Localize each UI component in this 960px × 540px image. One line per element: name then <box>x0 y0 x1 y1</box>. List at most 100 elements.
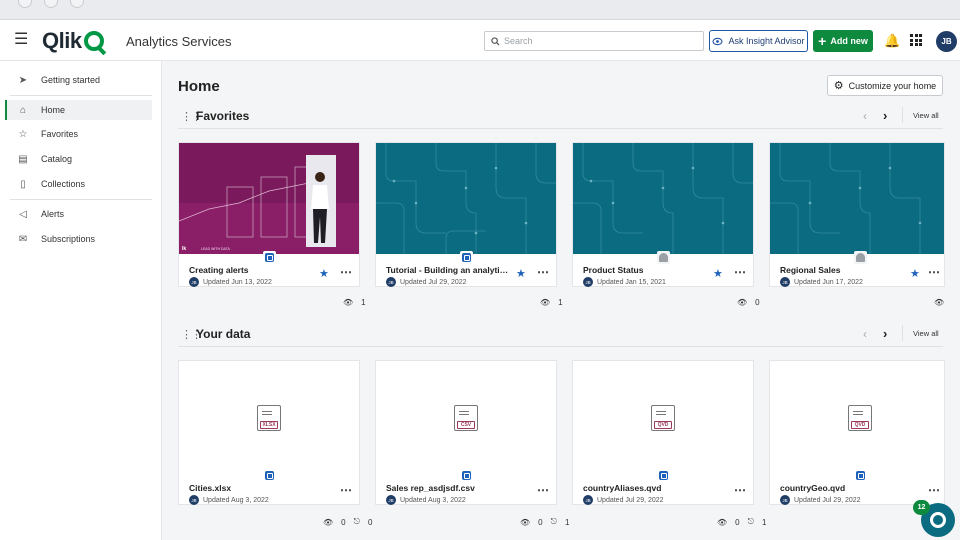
customize-label: Customize your home <box>848 80 937 91</box>
owner-avatar: JB <box>386 277 396 287</box>
circuit-pattern-image <box>770 143 922 254</box>
alert-icon: ◁ <box>19 208 27 220</box>
card-meta: JB Updated Jun 13, 2022 <box>189 277 272 287</box>
bell-icon[interactable]: 🔔 <box>884 33 900 49</box>
window-dot[interactable] <box>44 0 58 8</box>
more-options-icon[interactable]: ⋯ <box>928 265 940 279</box>
favorite-card[interactable]: lk LEAD WITH DATA Creating alerts JB Upd… <box>178 142 360 287</box>
user-avatar[interactable]: JB <box>936 31 957 52</box>
lineage-count: 1 <box>761 517 767 527</box>
app-launcher-icon[interactable] <box>910 34 922 46</box>
card-stats: 👁 1 <box>540 298 563 307</box>
data-card[interactable]: CSV Sales rep_asdjsdf.csv JB Updated Aug… <box>375 360 557 505</box>
card-updated: Updated Jun 13, 2022 <box>203 278 272 286</box>
lineage-count: 1 <box>564 517 570 527</box>
card-meta: JB Updated Jul 29, 2022 <box>583 495 664 505</box>
card-thumbnail: lk LEAD WITH DATA <box>179 143 359 254</box>
more-options-icon[interactable]: ⋯ <box>734 483 746 497</box>
customize-home-button[interactable]: ⚙ Customize your home <box>827 75 943 96</box>
chevron-right-icon[interactable]: › <box>883 326 887 341</box>
card-title[interactable]: Sales rep_asdjsdf.csv <box>386 483 511 493</box>
sidebar-item-catalog[interactable]: ▤ Catalog <box>6 149 152 169</box>
more-options-icon[interactable]: ⋯ <box>734 265 746 279</box>
views-icon: 👁 <box>520 517 531 527</box>
app-type-icon <box>460 251 473 264</box>
sidebar-item-getting-started[interactable]: ➤ Getting started <box>6 70 152 90</box>
sidebar-divider <box>10 199 152 200</box>
card-updated: Updated Jul 29, 2022 <box>597 496 664 504</box>
view-all-link[interactable]: View all <box>913 329 939 338</box>
card-meta: JB Updated Jun 17, 2022 <box>780 277 863 287</box>
section-title: Your data <box>196 327 251 341</box>
owner-avatar: JB <box>189 277 199 287</box>
qlik-logo[interactable]: Qlik <box>42 28 104 54</box>
chevron-left-icon[interactable]: ‹ <box>863 109 867 123</box>
window-dot[interactable] <box>18 0 32 8</box>
star-icon[interactable]: ★ <box>319 267 329 280</box>
data-card[interactable]: QVD countryGeo.qvd JB Updated Jul 29, 20… <box>769 360 945 505</box>
card-updated: Updated Aug 3, 2022 <box>400 496 466 504</box>
file-icon: CSV <box>454 405 478 431</box>
card-title[interactable]: Cities.xlsx <box>189 483 314 493</box>
card-title[interactable]: countryGeo.qvd <box>780 483 905 493</box>
more-options-icon[interactable]: ⋯ <box>340 483 352 497</box>
star-icon[interactable]: ★ <box>516 267 526 280</box>
sidebar-item-alerts[interactable]: ◁ Alerts <box>6 204 152 224</box>
sidebar-item-subscriptions[interactable]: ✉ Subscriptions <box>6 229 152 249</box>
search-box[interactable] <box>484 31 704 51</box>
file-icon: QVD <box>848 405 872 431</box>
home-icon: ⌂ <box>19 104 27 116</box>
owner-avatar: JB <box>386 495 396 505</box>
card-updated: Updated Jun 17, 2022 <box>794 278 863 286</box>
file-extension: CSV <box>457 421 475 429</box>
card-title[interactable]: countryAliases.qvd <box>583 483 708 493</box>
search-input[interactable] <box>504 36 684 46</box>
card-meta: JB Updated Jul 29, 2022 <box>386 277 467 287</box>
sidebar-item-favorites[interactable]: ☆ Favorites <box>6 124 152 144</box>
view-count: 0 <box>735 517 740 527</box>
add-new-label: Add new <box>830 36 868 46</box>
data-card[interactable]: XLSX Cities.xlsx JB Updated Aug 3, 2022 … <box>178 360 360 505</box>
card-thumbnail <box>573 143 753 254</box>
user-type-icon <box>657 251 670 264</box>
more-options-icon[interactable]: ⋯ <box>537 483 549 497</box>
ask-insight-advisor-button[interactable]: Ask Insight Advisor <box>709 30 808 52</box>
card-title[interactable]: Regional Sales <box>780 265 905 275</box>
chevron-left-icon[interactable]: ‹ <box>863 327 867 341</box>
more-options-icon[interactable]: ⋯ <box>340 265 352 279</box>
more-options-icon[interactable]: ⋯ <box>928 483 940 497</box>
card-updated: Updated Aug 3, 2022 <box>203 496 269 504</box>
sidebar-item-label: Home <box>41 105 66 115</box>
views-icon: 👁 <box>323 517 334 527</box>
star-icon[interactable]: ★ <box>910 267 920 280</box>
sidebar-item-collections[interactable]: ▯ Collections <box>6 174 152 194</box>
data-card[interactable]: QVD countryAliases.qvd JB Updated Jul 29… <box>572 360 754 505</box>
star-icon[interactable]: ★ <box>713 267 723 280</box>
more-options-icon[interactable]: ⋯ <box>537 265 549 279</box>
add-new-button[interactable]: + Add new <box>813 30 873 52</box>
divider <box>902 325 903 341</box>
window-dot[interactable] <box>70 0 84 8</box>
favorite-card[interactable]: Product Status JB Updated Jan 15, 2021 ★… <box>572 142 754 287</box>
chevron-right-icon[interactable]: › <box>883 108 887 123</box>
sidebar-item-home[interactable]: ⌂ Home <box>5 100 152 120</box>
lineage-icon: ⎋ <box>747 517 754 526</box>
hamburger-menu-icon[interactable]: ☰ <box>14 32 28 48</box>
card-stats: 👁 0 <box>737 298 760 307</box>
card-title[interactable]: Tutorial - Building an analytics ... <box>386 265 511 275</box>
favorite-card[interactable]: Tutorial - Building an analytics ... JB … <box>375 142 557 287</box>
top-bar: ☰ Qlik Analytics Services Ask Insight Ad… <box>0 20 960 61</box>
favorites-section-header: ⋮⋮ Favorites ‹ › View all <box>178 107 943 129</box>
card-thumbnail: CSV <box>376 361 556 472</box>
favorite-card[interactable]: Regional Sales JB Updated Jun 17, 2022 ★… <box>769 142 945 287</box>
card-meta: JB Updated Aug 3, 2022 <box>386 495 466 505</box>
card-stats: 👁 <box>934 298 944 307</box>
card-title[interactable]: Creating alerts <box>189 265 314 275</box>
file-icon: QVD <box>651 405 675 431</box>
view-all-link[interactable]: View all <box>913 111 939 120</box>
catalog-icon: ▤ <box>18 153 28 165</box>
card-title[interactable]: Product Status <box>583 265 708 275</box>
sidebar-divider <box>10 95 152 96</box>
card-stats: 👁 1 <box>343 298 366 307</box>
sidebar-item-label: Subscriptions <box>41 234 96 244</box>
